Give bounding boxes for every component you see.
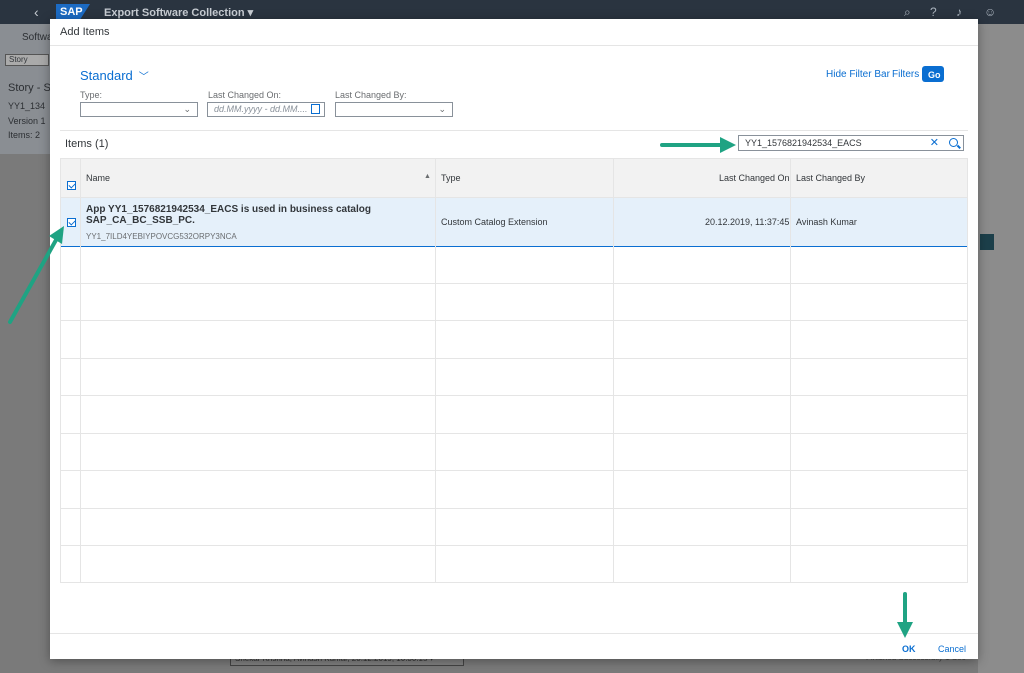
annotation-arrow-ok [897,592,913,638]
annotation-arrow-search [660,137,736,153]
annotation-arrow-checkbox [8,226,64,324]
annotation-arrows [8,137,913,638]
